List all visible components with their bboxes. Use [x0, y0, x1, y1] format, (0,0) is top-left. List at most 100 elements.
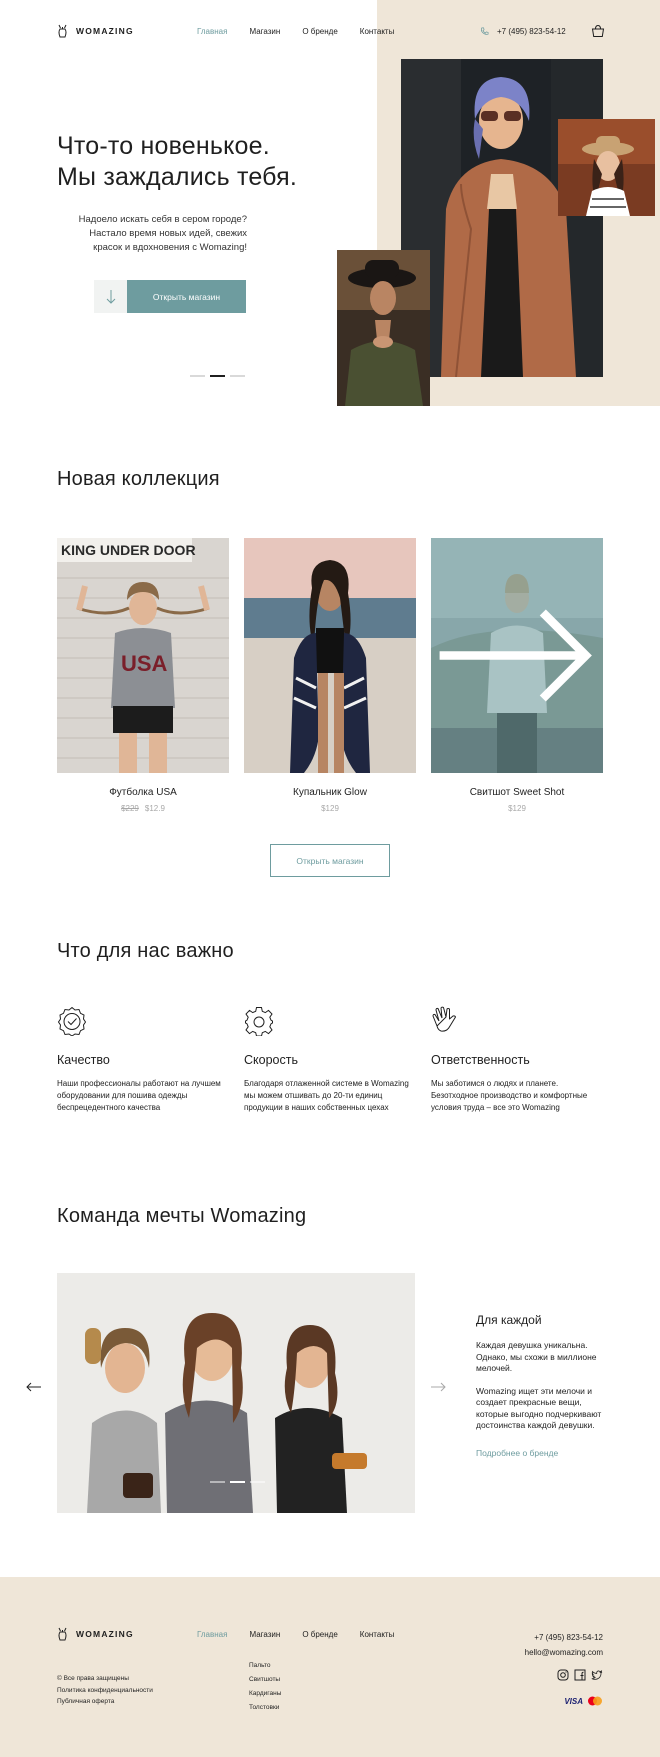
hero-title: Что-то новенькое. Мы заждались тебя. [57, 131, 297, 193]
product-price: $129 [244, 804, 416, 813]
logo-text: WOMAZING [76, 1629, 134, 1639]
product-card-hovered[interactable]: Свитшот Sweet Shot $129 [431, 538, 603, 813]
logo[interactable]: WOMAZING [57, 24, 134, 38]
slider-dot-active[interactable] [230, 1481, 245, 1483]
slider-dot[interactable] [230, 375, 245, 377]
hero-open-shop-button[interactable]: Открыть магазин [127, 280, 246, 313]
value-title: Скорость [244, 1053, 298, 1067]
visa-logo: VISA [564, 1696, 583, 1706]
product-old-price: $229 [121, 804, 139, 813]
hero-main-photo [401, 59, 603, 377]
hero-description-line-3: красок и вдохновения с Womazing! [93, 242, 247, 253]
hero-title-line-1: Что-то новенькое. [57, 132, 270, 160]
product-name[interactable]: Купальник Glow [244, 787, 416, 798]
privacy-policy-link[interactable]: Политика конфиденциальности [57, 1687, 153, 1694]
product-image[interactable]: KING UNDER DOOR USA [57, 538, 229, 773]
product-price: $229 $12.9 [57, 804, 229, 813]
value-item-speed: Скорость Благодаря отлаженной системе в … [244, 1006, 409, 1114]
footer-social [557, 1669, 603, 1681]
footer-nav-home[interactable]: Главная [197, 1630, 227, 1639]
copyright-text: © Все права защищены [57, 1675, 129, 1682]
nav-link-contacts[interactable]: Контакты [360, 27, 395, 36]
footer-email[interactable]: hello@womazing.com [525, 1648, 603, 1657]
footer-link-coats[interactable]: Пальто [249, 1662, 270, 1669]
product-image[interactable] [244, 538, 416, 773]
footer-logo[interactable]: WOMAZING [57, 1627, 134, 1641]
arrow-down-icon [106, 289, 115, 304]
gear-icon [244, 1006, 274, 1037]
team-title: Команда мечты Womazing [57, 1205, 307, 1227]
team-paragraph-2: Womazing ищет эти мелочи и создает прекр… [476, 1385, 602, 1431]
logo-icon [58, 24, 67, 38]
sign-text: KING UNDER DOOR [61, 542, 196, 558]
footer-link-cardigans[interactable]: Кардиганы [249, 1690, 281, 1697]
footer-nav: Главная Магазин О бренде Контакты [197, 1630, 394, 1639]
quality-badge-icon [57, 1006, 87, 1037]
product-image[interactable] [431, 538, 603, 773]
product-price: $129 [431, 804, 603, 813]
header-phone[interactable]: +7 (495) 823-54-12 [480, 27, 566, 36]
logo-text: WOMAZING [76, 26, 134, 36]
phone-icon [480, 27, 489, 35]
mastercard-icon [588, 1696, 602, 1706]
twitter-icon[interactable] [591, 1669, 603, 1681]
slider-dot[interactable] [190, 375, 205, 377]
hero-description: Надоело искать себя в сером городе? Наст… [57, 213, 247, 255]
team-description: Для каждой Каждая девушка уникальна. Одн… [476, 1313, 606, 1461]
product-current-price: $12.9 [144, 804, 165, 813]
product-current-price: $129 [508, 804, 526, 813]
instagram-icon[interactable] [557, 1669, 569, 1681]
hand-icon [431, 1006, 461, 1036]
footer-link-sweatshirts[interactable]: Свитшоты [249, 1676, 280, 1683]
slider-dot[interactable] [210, 1481, 225, 1483]
collection-open-shop-button[interactable]: Открыть магазин [270, 844, 390, 877]
product-card[interactable]: Купальник Glow $129 [244, 538, 416, 813]
scroll-down-button[interactable] [94, 280, 127, 313]
value-text: Благодаря отлаженной системе в Womazing … [244, 1079, 409, 1112]
footer-phone[interactable]: +7 (495) 823-54-12 [534, 1633, 603, 1642]
logo-icon [58, 1627, 67, 1641]
team-paragraph-1: Каждая девушка уникальна. Однако, мы схо… [476, 1340, 597, 1373]
product-hover-overlay[interactable] [431, 538, 603, 773]
team-photo [57, 1273, 415, 1513]
product-card[interactable]: KING UNDER DOOR USA Футболка USA $229 $12… [57, 538, 229, 813]
nav-link-home[interactable]: Главная [197, 27, 227, 36]
footer-nav-shop[interactable]: Магазин [249, 1630, 280, 1639]
nav-link-shop[interactable]: Магазин [249, 27, 280, 36]
site-footer: WOMAZING Главная Магазин О бренде Контак… [0, 1577, 660, 1757]
slider-dot-active[interactable] [210, 375, 225, 377]
value-title: Ответственность [431, 1053, 530, 1067]
arrow-right-icon[interactable] [430, 1382, 446, 1392]
cart-icon[interactable] [591, 24, 605, 38]
about-brand-link[interactable]: Подробнее о бренде [476, 1448, 558, 1458]
value-text: Мы заботимся о людях и планете. Безотход… [431, 1079, 588, 1112]
payment-methods: VISA [564, 1696, 603, 1706]
footer-nav-contacts[interactable]: Контакты [360, 1630, 395, 1639]
product-name[interactable]: Свитшот Sweet Shot [431, 787, 603, 798]
arrow-left-icon[interactable] [26, 1382, 42, 1392]
hero-slider-dots [190, 375, 245, 377]
footer-shop-links: Пальто Свитшоты Кардиганы Толстовки [249, 1659, 281, 1715]
shirt-text: USA [121, 651, 168, 676]
facebook-icon[interactable] [574, 1669, 586, 1681]
product-current-price: $129 [321, 804, 339, 813]
site-header: WOMAZING Главная Магазин О бренде Контак… [0, 0, 660, 64]
value-text: Наши профессионалы работают на лучшем об… [57, 1079, 221, 1112]
team-slider-dots [210, 1481, 265, 1483]
nav-link-about[interactable]: О бренде [302, 27, 337, 36]
hero-photo-hat [558, 119, 655, 216]
main-nav: Главная Магазин О бренде Контакты [197, 27, 394, 36]
hero-title-line-2: Мы заждались тебя. [57, 163, 297, 191]
footer-link-hoodies[interactable]: Толстовки [249, 1704, 279, 1711]
product-name[interactable]: Футболка USA [57, 787, 229, 798]
collection-title: Новая коллекция [57, 468, 220, 490]
public-offer-link[interactable]: Публичная оферта [57, 1698, 114, 1705]
values-title: Что для нас важно [57, 940, 234, 962]
hero-description-line-2: Настало время новых идей, свежих [89, 228, 247, 239]
value-title: Качество [57, 1053, 110, 1067]
hero-photo-black-hat [337, 250, 430, 406]
slider-dot[interactable] [250, 1481, 265, 1483]
footer-nav-about[interactable]: О бренде [302, 1630, 337, 1639]
hero-description-line-1: Надоело искать себя в сером городе? [78, 214, 247, 225]
footer-legal: © Все права защищены Политика конфиденци… [57, 1673, 153, 1708]
